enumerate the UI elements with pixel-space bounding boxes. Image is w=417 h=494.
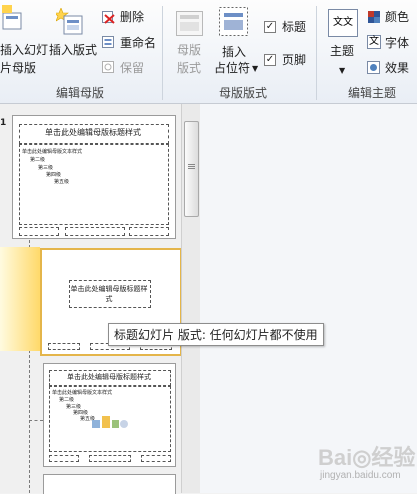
content-layout-thumbnail[interactable]: 单击此处编辑母版标题样式 单击此处编辑母版文本样式 第二级 第三级 第四级 第五…	[43, 363, 176, 467]
preserve-label: 保留	[120, 61, 145, 75]
delete-label: 删除	[120, 10, 145, 24]
insert-placeholder-label1: 插入	[222, 45, 247, 59]
content-text-level1: 单击此处编辑母版文本样式	[52, 390, 113, 396]
fonts-label: 字体	[385, 36, 410, 50]
dropdown-arrow-icon: ▼	[339, 66, 346, 75]
insert-slide-master-label1: 插入幻灯	[0, 43, 49, 57]
footer-check-label: 页脚	[282, 53, 307, 67]
preserve-icon	[102, 61, 114, 73]
rename-icon	[102, 36, 114, 48]
dropdown-arrow-icon: ▼	[252, 64, 259, 73]
effects-label: 效果	[385, 61, 410, 75]
insert-placeholder-label2: 占位符	[214, 61, 251, 75]
fonts-icon: 文	[367, 35, 381, 49]
theme-label: 主题	[330, 44, 355, 58]
master-text-level5: 第五级	[54, 179, 70, 185]
slide-master-icon	[2, 5, 22, 30]
title-check-label: 标题	[282, 20, 307, 34]
theme-icon: 文文	[328, 9, 358, 37]
next-layout-thumbnail[interactable]	[43, 474, 176, 494]
watermark-url: jingyan.baidu.com	[320, 470, 401, 481]
layout-tooltip: 标题幻灯片 版式: 任何幻灯片都不使用	[108, 323, 324, 346]
placeholder-icon	[219, 7, 248, 36]
master-layout-label1: 母版	[177, 43, 202, 57]
group-separator	[316, 6, 317, 100]
content-placeholder-icons	[92, 416, 128, 428]
layout-title-placeholder: 单击此处编辑母版标题样式	[70, 285, 148, 303]
scrollbar-thumb[interactable]	[184, 121, 199, 217]
colors-icon	[368, 11, 380, 23]
master-text-level2: 第二级	[30, 157, 46, 163]
master-text-level3: 第三级	[38, 165, 54, 171]
master-text-level4: 第四级	[46, 172, 62, 178]
selection-highlight	[0, 247, 40, 351]
master-layout-label2: 版式	[177, 61, 202, 75]
delete-icon	[102, 11, 115, 24]
master-layout-icon	[176, 11, 203, 36]
title-check-icon: ✓	[264, 21, 276, 33]
master-text-level1: 单击此处编辑母版文本样式	[22, 149, 83, 155]
hierarchy-connector	[29, 420, 43, 421]
colors-label: 颜色	[385, 10, 410, 24]
group-separator	[162, 6, 163, 100]
edit-master-group-label: 编辑母版	[55, 86, 104, 100]
master-layout-group-label: 母版版式	[218, 86, 267, 100]
content-title-placeholder: 单击此处编辑母版标题样式	[67, 373, 151, 381]
effects-icon	[367, 61, 380, 74]
master-title-placeholder: 单击此处编辑母版标题样式	[45, 128, 141, 137]
insert-layout-label: 插入版式	[49, 43, 98, 57]
insert-layout-icon	[56, 8, 83, 35]
footer-check-icon: ✓	[264, 54, 276, 66]
slide-number: 1	[0, 118, 7, 128]
ribbon: 插入幻灯 片母版 插入版式 删除 重命名 保留 编辑母版 母版 版式 插入 占位…	[0, 0, 417, 104]
edit-theme-group-label: 编辑主题	[347, 86, 396, 100]
slide-editing-area[interactable]	[200, 104, 417, 493]
baidu-watermark: Bai◎经验	[318, 445, 416, 470]
rename-label: 重命名	[120, 36, 157, 50]
insert-slide-master-label2: 片母版	[0, 61, 37, 75]
content-text-level2: 第二级	[59, 397, 75, 403]
slide-master-thumbnail[interactable]: 单击此处编辑母版标题样式 单击此处编辑母版文本样式 第二级 第三级 第四级 第五…	[12, 115, 176, 239]
